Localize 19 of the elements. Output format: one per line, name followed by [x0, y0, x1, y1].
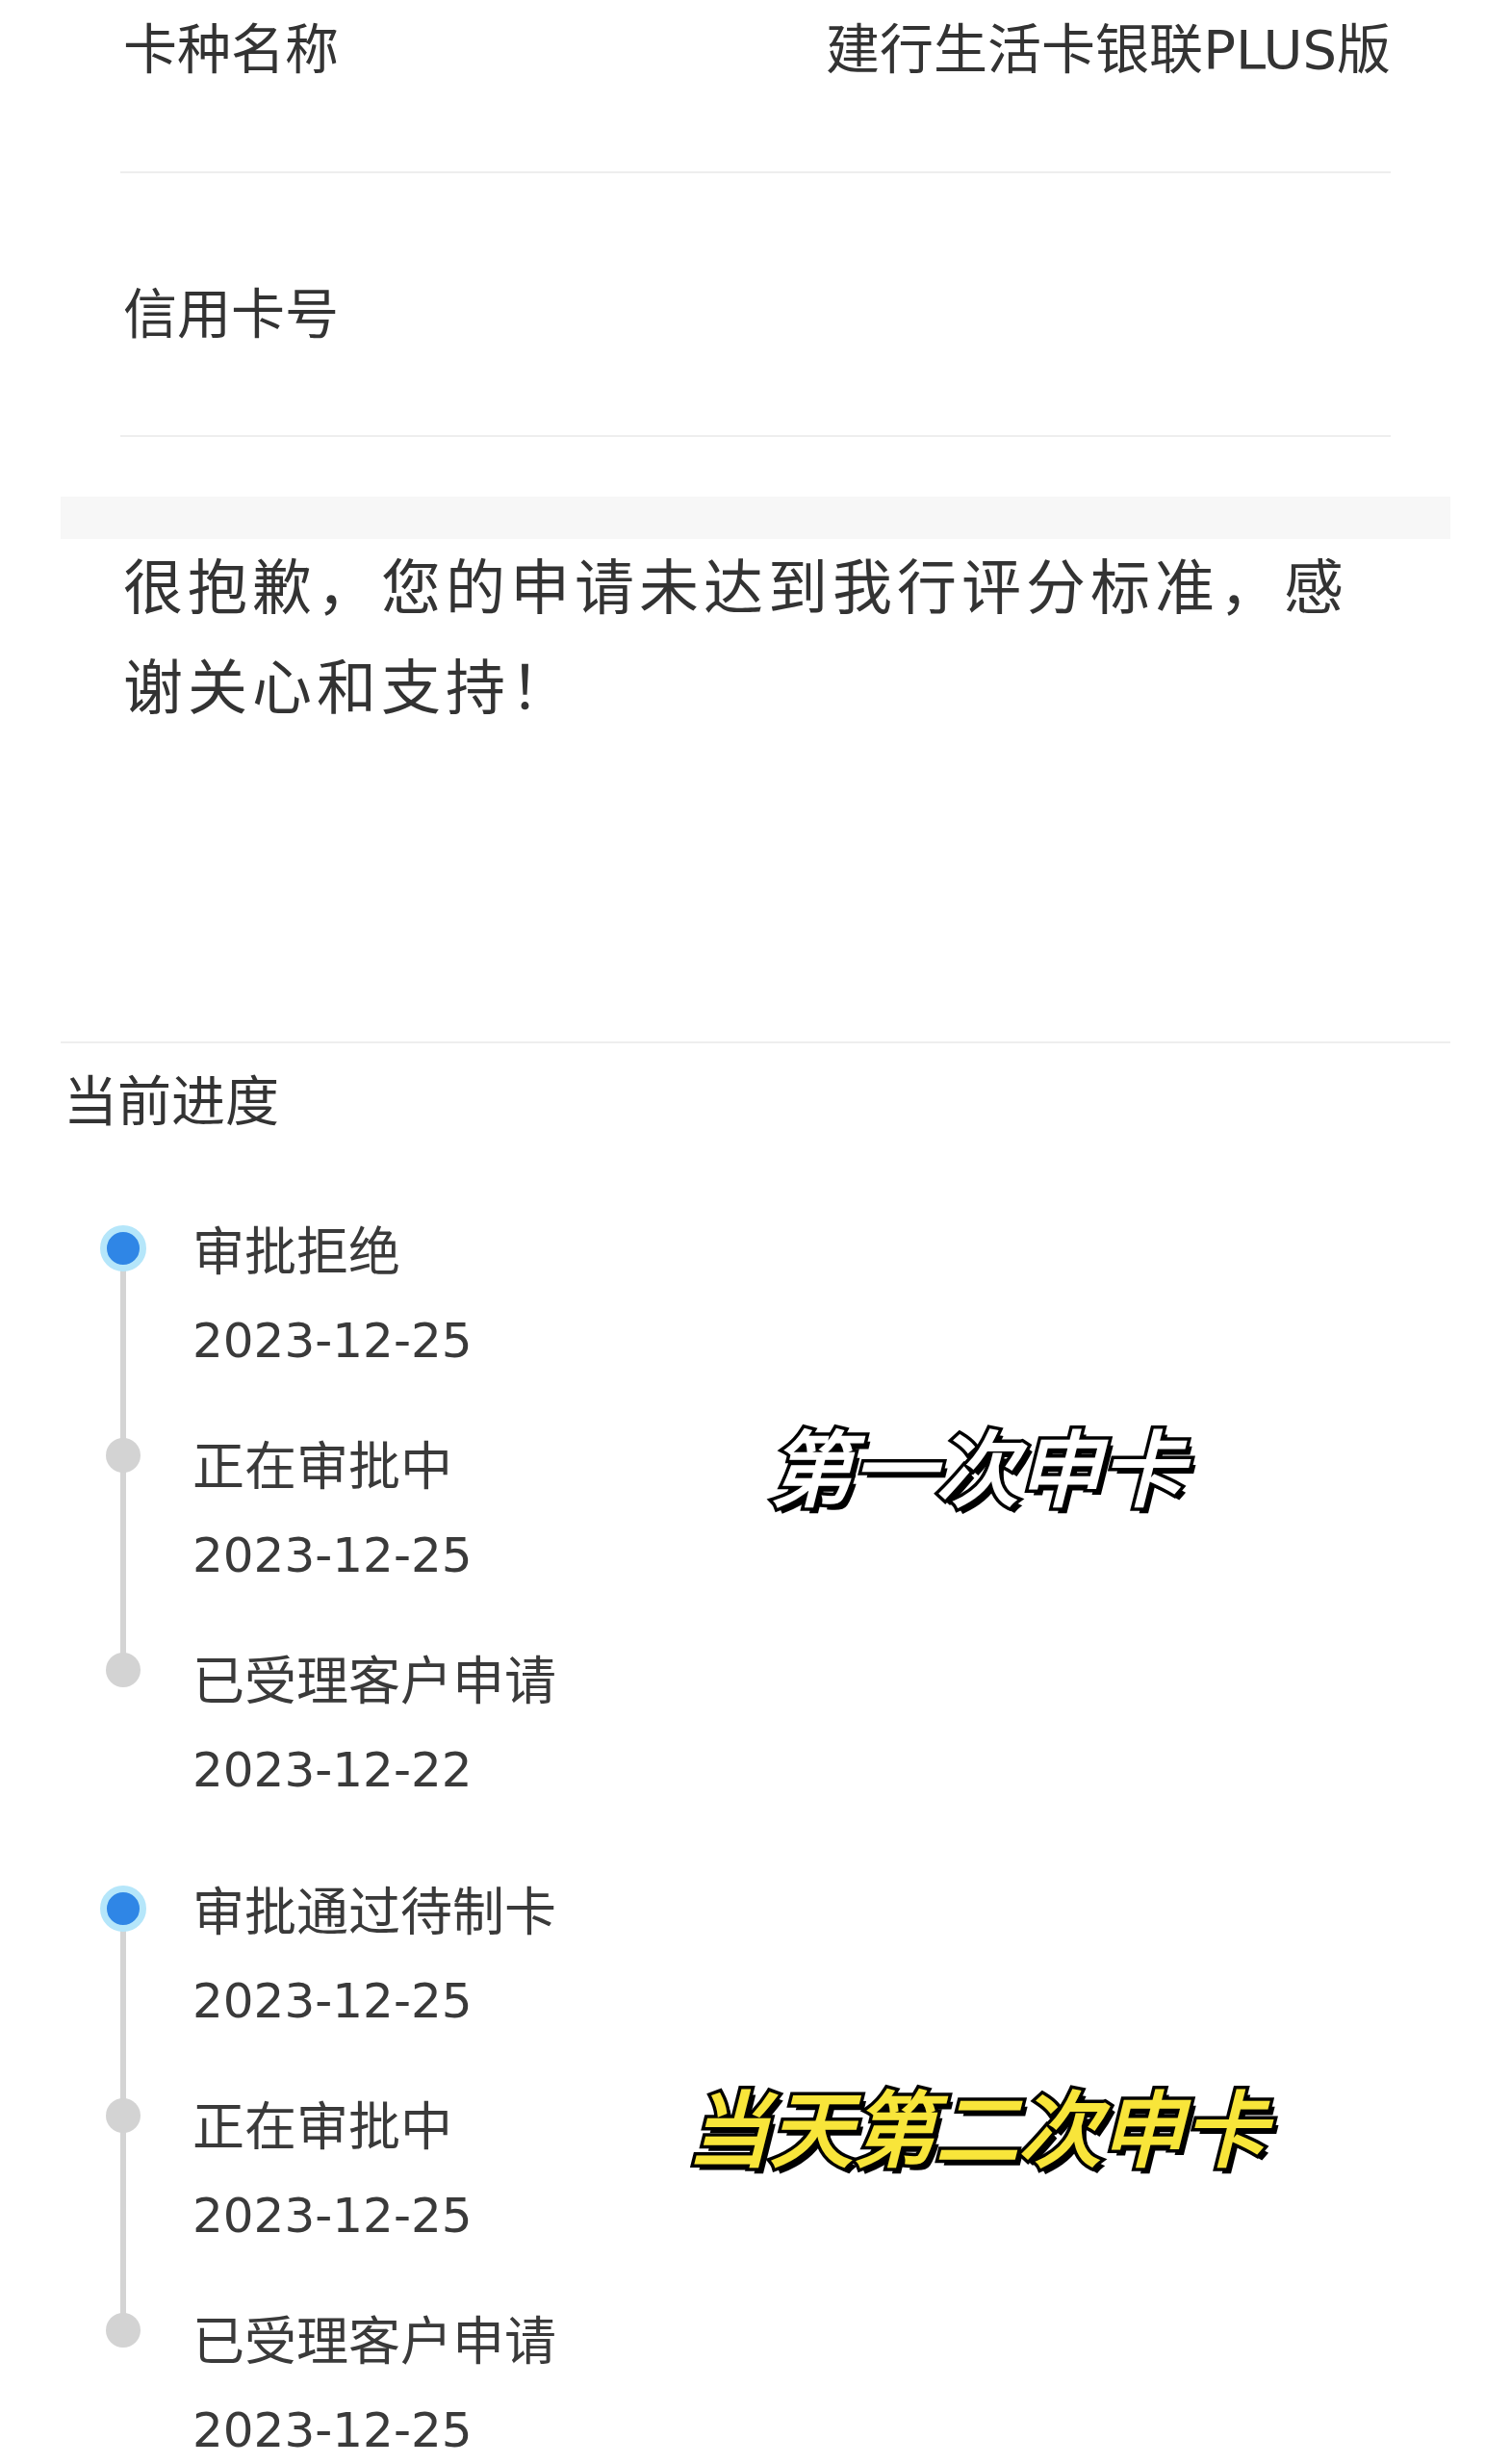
video-caption: 当天第二次申卡 [673, 2069, 1288, 2197]
video-caption: 第一次申卡 [756, 1409, 1205, 1537]
step-status: 已受理客户申请 [192, 1652, 556, 1713]
step-status: 审批通过待制卡 [192, 1883, 556, 1944]
step-date: 2023-12-25 [192, 2401, 473, 2460]
result-message: 很抱歉，您的申请未达到我行评分标准，感谢关心和支持！ [123, 552, 1349, 726]
step-date: 2023-12-25 [192, 1972, 473, 2031]
step-status: 已受理客户申请 [192, 2312, 556, 2374]
step-date: 2023-12-22 [192, 1741, 473, 1800]
step-date: 2023-12-25 [192, 2187, 473, 2246]
detail-label: 信用卡号 [123, 284, 339, 346]
step-date: 2023-12-25 [192, 1527, 473, 1585]
step-status: 正在审批中 [192, 1437, 452, 1499]
step-status: 审批拒绝 [192, 1222, 400, 1284]
section-title: 当前进度 [63, 1071, 279, 1133]
step-date: 2023-12-25 [192, 1312, 473, 1371]
step-status: 正在审批中 [192, 2097, 452, 2159]
detail-label: 卡种名称 [123, 19, 339, 81]
detail-value: 建行生活卡银联PLUS版 [826, 19, 1391, 81]
